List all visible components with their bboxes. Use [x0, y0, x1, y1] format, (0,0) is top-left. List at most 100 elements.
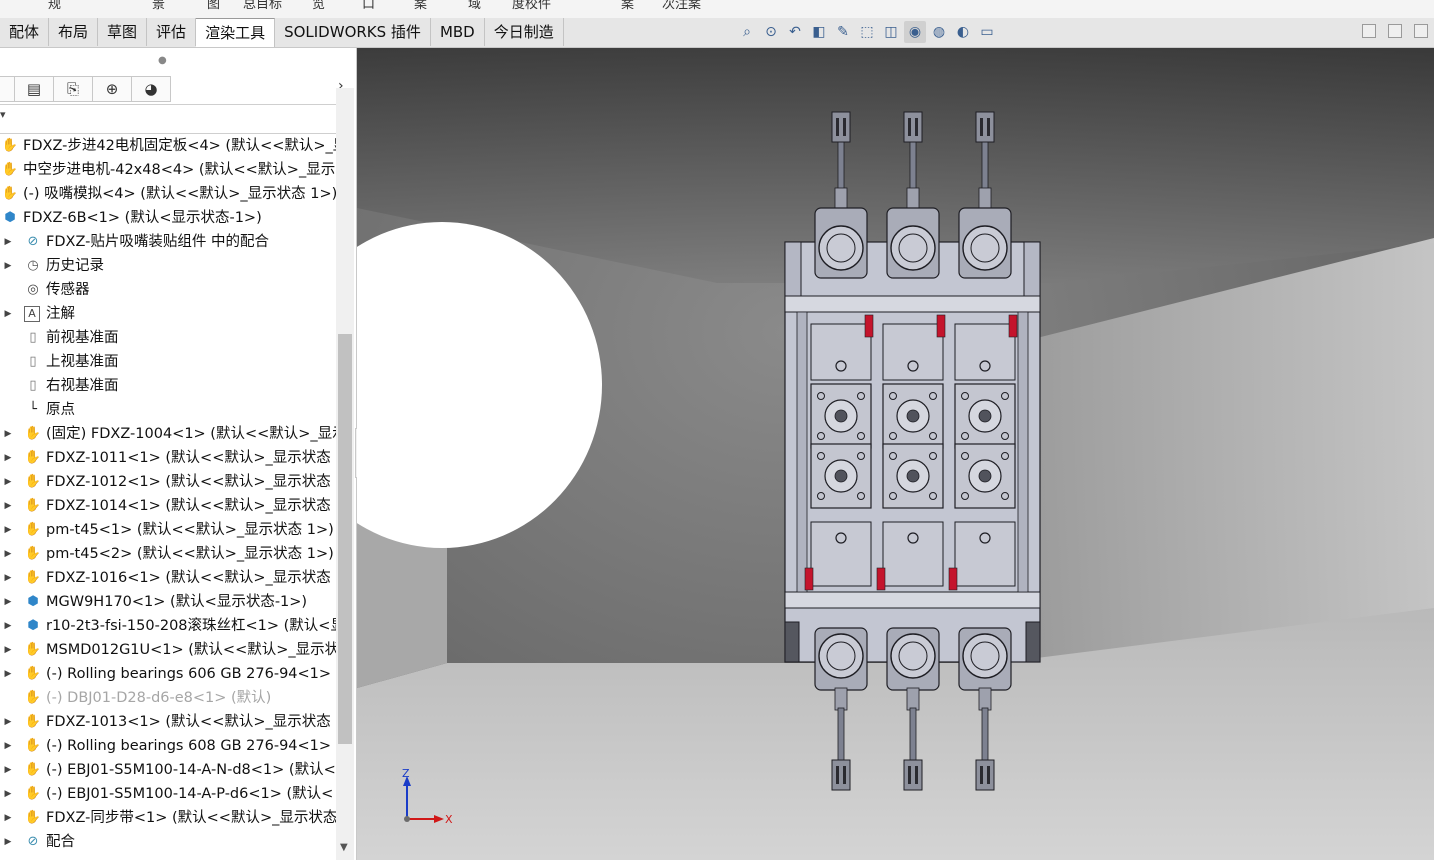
expand-arrow-icon[interactable]: ▶ — [3, 638, 13, 662]
previous-view-icon[interactable]: ↶ — [784, 21, 806, 43]
tree-item[interactable]: ▶ ✋ (固定) FDXZ-1004<1> (默认<<默认>_显示 — [0, 422, 336, 446]
expand-arrow-icon[interactable]: ▶ — [3, 734, 13, 758]
tree-item[interactable]: ▯ 右视基准面 — [0, 374, 336, 398]
command-tab[interactable]: 评估 — [147, 18, 197, 46]
expand-arrow-icon[interactable]: ▶ — [3, 518, 13, 542]
expand-arrow-icon[interactable]: ▶ — [3, 422, 13, 446]
command-tab[interactable]: MBD — [431, 18, 485, 46]
tree-item[interactable]: ▶ ✋ (-) EBJ01-S5M100-14-A-N-d8<1> (默认< — [0, 758, 336, 782]
tree-item[interactable]: ▶ ⬢ r10-2t3-fsi-150-208滚珠丝杠<1> (默认<显 — [0, 614, 336, 638]
tree-item[interactable]: ▯ 前视基准面 — [0, 326, 336, 350]
tree-item[interactable]: ▶ ⊘ 配合 — [0, 830, 336, 854]
command-tab[interactable]: 布局 — [49, 18, 99, 46]
tree-item[interactable]: ▶ ◷ 历史记录 — [0, 254, 336, 278]
tree-filter-input[interactable]: ▾ — [0, 104, 352, 134]
dynamic-annotation-icon[interactable]: ✎ — [832, 21, 854, 43]
panel-grip-icon[interactable]: ● — [158, 55, 167, 66]
tree-item[interactable]: ▶ ✋ pm-t45<2> (默认<<默认>_显示状态 1>) — [0, 542, 336, 566]
tree-item[interactable]: ▶ ✋ (-) Rolling bearings 606 GB 276-94<1> … — [0, 662, 336, 686]
menu-item-fragment[interactable]: 案 — [621, 0, 634, 12]
nozzle-assembly-model[interactable] — [784, 111, 1041, 791]
tree-item[interactable]: ▶ A 注解 — [0, 302, 336, 326]
restore-window-icon[interactable] — [1362, 24, 1376, 38]
expand-arrow-icon[interactable]: ▶ — [3, 590, 13, 614]
apply-scene-icon[interactable]: ◐ — [952, 21, 974, 43]
zoom-to-fit-icon[interactable]: ⌕ — [736, 21, 758, 43]
hide-show-icon[interactable]: ◉ — [904, 21, 926, 43]
tree-item[interactable]: ▶ ✋ FDXZ-同步带<1> (默认<<默认>_显示状态 — [0, 806, 336, 830]
configuration-manager-icon[interactable]: ⎘ — [54, 76, 93, 102]
menu-item-fragment[interactable]: 域 — [468, 0, 481, 12]
command-tab[interactable]: 配体 — [0, 18, 50, 46]
expand-arrow-icon[interactable]: ▶ — [3, 758, 13, 782]
menu-item-fragment[interactable]: 景 — [152, 0, 165, 12]
red-sensor-lower — [948, 567, 958, 591]
expand-arrow-icon[interactable]: ▶ — [3, 494, 13, 518]
menu-item-fragment[interactable]: 览 — [312, 0, 325, 12]
scrollbar-thumb[interactable] — [338, 334, 352, 744]
tree-item[interactable]: ✋ (-) 吸嘴模拟<4> (默认<<默认>_显示状态 1>) — [0, 182, 336, 206]
expand-arrow-icon[interactable]: ▶ — [3, 662, 13, 686]
expand-arrow-icon[interactable]: ▶ — [3, 254, 13, 278]
view-settings-icon[interactable]: ▭ — [976, 21, 998, 43]
display-style-icon[interactable]: ◫ — [880, 21, 902, 43]
tile-window-icon[interactable] — [1388, 24, 1402, 38]
command-tab[interactable]: 渲染工具 — [196, 18, 276, 47]
menu-item-fragment[interactable]: 总目标 — [243, 0, 282, 12]
expand-arrow-icon[interactable]: ▶ — [3, 782, 13, 806]
menu-item-fragment[interactable]: 度校件 — [512, 0, 551, 12]
tree-item[interactable]: ▶ ✋ FDXZ-1012<1> (默认<<默认>_显示状态 1 — [0, 470, 336, 494]
expand-arrow-icon[interactable]: ▶ — [3, 542, 13, 566]
expand-arrow-icon[interactable]: ▶ — [3, 614, 13, 638]
tree-item[interactable]: ▶ ✋ MSMD012G1U<1> (默认<<默认>_显示状 — [0, 638, 336, 662]
expand-arrow-icon[interactable]: ▶ — [3, 230, 13, 254]
expand-arrow-icon[interactable]: ▶ — [3, 302, 13, 326]
tree-item[interactable]: ▯ 上视基准面 — [0, 350, 336, 374]
part-icon: ✋ — [24, 666, 42, 681]
tree-item[interactable]: ✋ 中空步进电机-42x48<4> (默认<<默认>_显示 — [0, 158, 336, 182]
menu-item-fragment[interactable]: 图 — [207, 0, 220, 12]
tree-item[interactable]: ▶ ⊘ FDXZ-贴片吸嘴装贴组件 中的配合 — [0, 230, 336, 254]
tree-item-label: (-) DBJ01-D28-d6-e8<1> (默认) — [46, 690, 272, 706]
tree-item[interactable]: ▶ ✋ (-) Rolling bearings 608 GB 276-94<1> … — [0, 734, 336, 758]
scroll-down-icon[interactable]: ▼ — [340, 842, 348, 853]
expand-arrow-icon[interactable]: ▶ — [3, 830, 13, 854]
feature-manager-icon[interactable] — [0, 76, 15, 102]
tree-item[interactable]: ▶ ✋ (-) EBJ01-S5M100-14-A-P-d6<1> (默认< — [0, 782, 336, 806]
display-manager-icon[interactable]: ◕ — [132, 76, 171, 102]
dimxpert-icon[interactable]: ⊕ — [93, 76, 132, 102]
tree-item[interactable]: ⬢ FDXZ-6B<1> (默认<显示状态-1>) — [0, 206, 336, 230]
zoom-to-area-icon[interactable]: ⊙ — [760, 21, 782, 43]
command-tab[interactable]: 今日制造 — [485, 18, 564, 46]
graphics-viewport[interactable]: Z X — [357, 48, 1434, 860]
menu-item-fragment[interactable]: 规 — [48, 0, 61, 12]
tree-item[interactable]: ◎ 传感器 — [0, 278, 336, 302]
command-tab[interactable]: SOLIDWORKS 插件 — [275, 18, 431, 46]
tree-item[interactable]: ▶ ✋ FDXZ-1014<1> (默认<<默认>_显示状态 1 — [0, 494, 336, 518]
section-view-icon[interactable]: ◧ — [808, 21, 830, 43]
close-window-icon[interactable] — [1414, 24, 1428, 38]
part-icon: ✋ — [24, 474, 42, 489]
expand-arrow-icon[interactable]: ▶ — [3, 710, 13, 734]
tree-item[interactable]: └ 原点 — [0, 398, 336, 422]
property-manager-icon[interactable]: ▤ — [15, 76, 54, 102]
menu-item-fragment[interactable]: 案 — [414, 0, 427, 12]
view-orientation-icon[interactable]: ⬚ — [856, 21, 878, 43]
expand-arrow-icon[interactable]: ▶ — [3, 566, 13, 590]
tree-item[interactable]: ✋ (-) DBJ01-D28-d6-e8<1> (默认) — [0, 686, 336, 710]
menu-item-fragment[interactable]: 口 — [362, 0, 375, 12]
part-icon: ✋ — [1, 186, 19, 201]
tree-item[interactable]: ▶ ✋ FDXZ-1016<1> (默认<<默认>_显示状态 1 — [0, 566, 336, 590]
expand-arrow-icon[interactable]: ▶ — [3, 446, 13, 470]
expand-arrow-icon[interactable]: ▶ — [3, 806, 13, 830]
edit-appearance-icon[interactable]: ◍ — [928, 21, 950, 43]
menu-item-fragment[interactable]: 次注案 — [662, 0, 701, 12]
tree-item[interactable]: ▶ ⬢ MGW9H170<1> (默认<显示状态-1>) — [0, 590, 336, 614]
tree-item[interactable]: ▶ ✋ FDXZ-1011<1> (默认<<默认>_显示状态 1 — [0, 446, 336, 470]
tree-item[interactable]: ✋ FDXZ-步进42电机固定板<4> (默认<<默认>_显 — [0, 134, 336, 158]
expand-arrow-icon[interactable]: ▶ — [3, 470, 13, 494]
command-tab[interactable]: 草图 — [98, 18, 148, 46]
tree-item[interactable]: ▶ ✋ pm-t45<1> (默认<<默认>_显示状态 1>) — [0, 518, 336, 542]
tree-scrollbar[interactable]: ▼ — [336, 88, 354, 860]
tree-item[interactable]: ▶ ✋ FDXZ-1013<1> (默认<<默认>_显示状态 1 — [0, 710, 336, 734]
